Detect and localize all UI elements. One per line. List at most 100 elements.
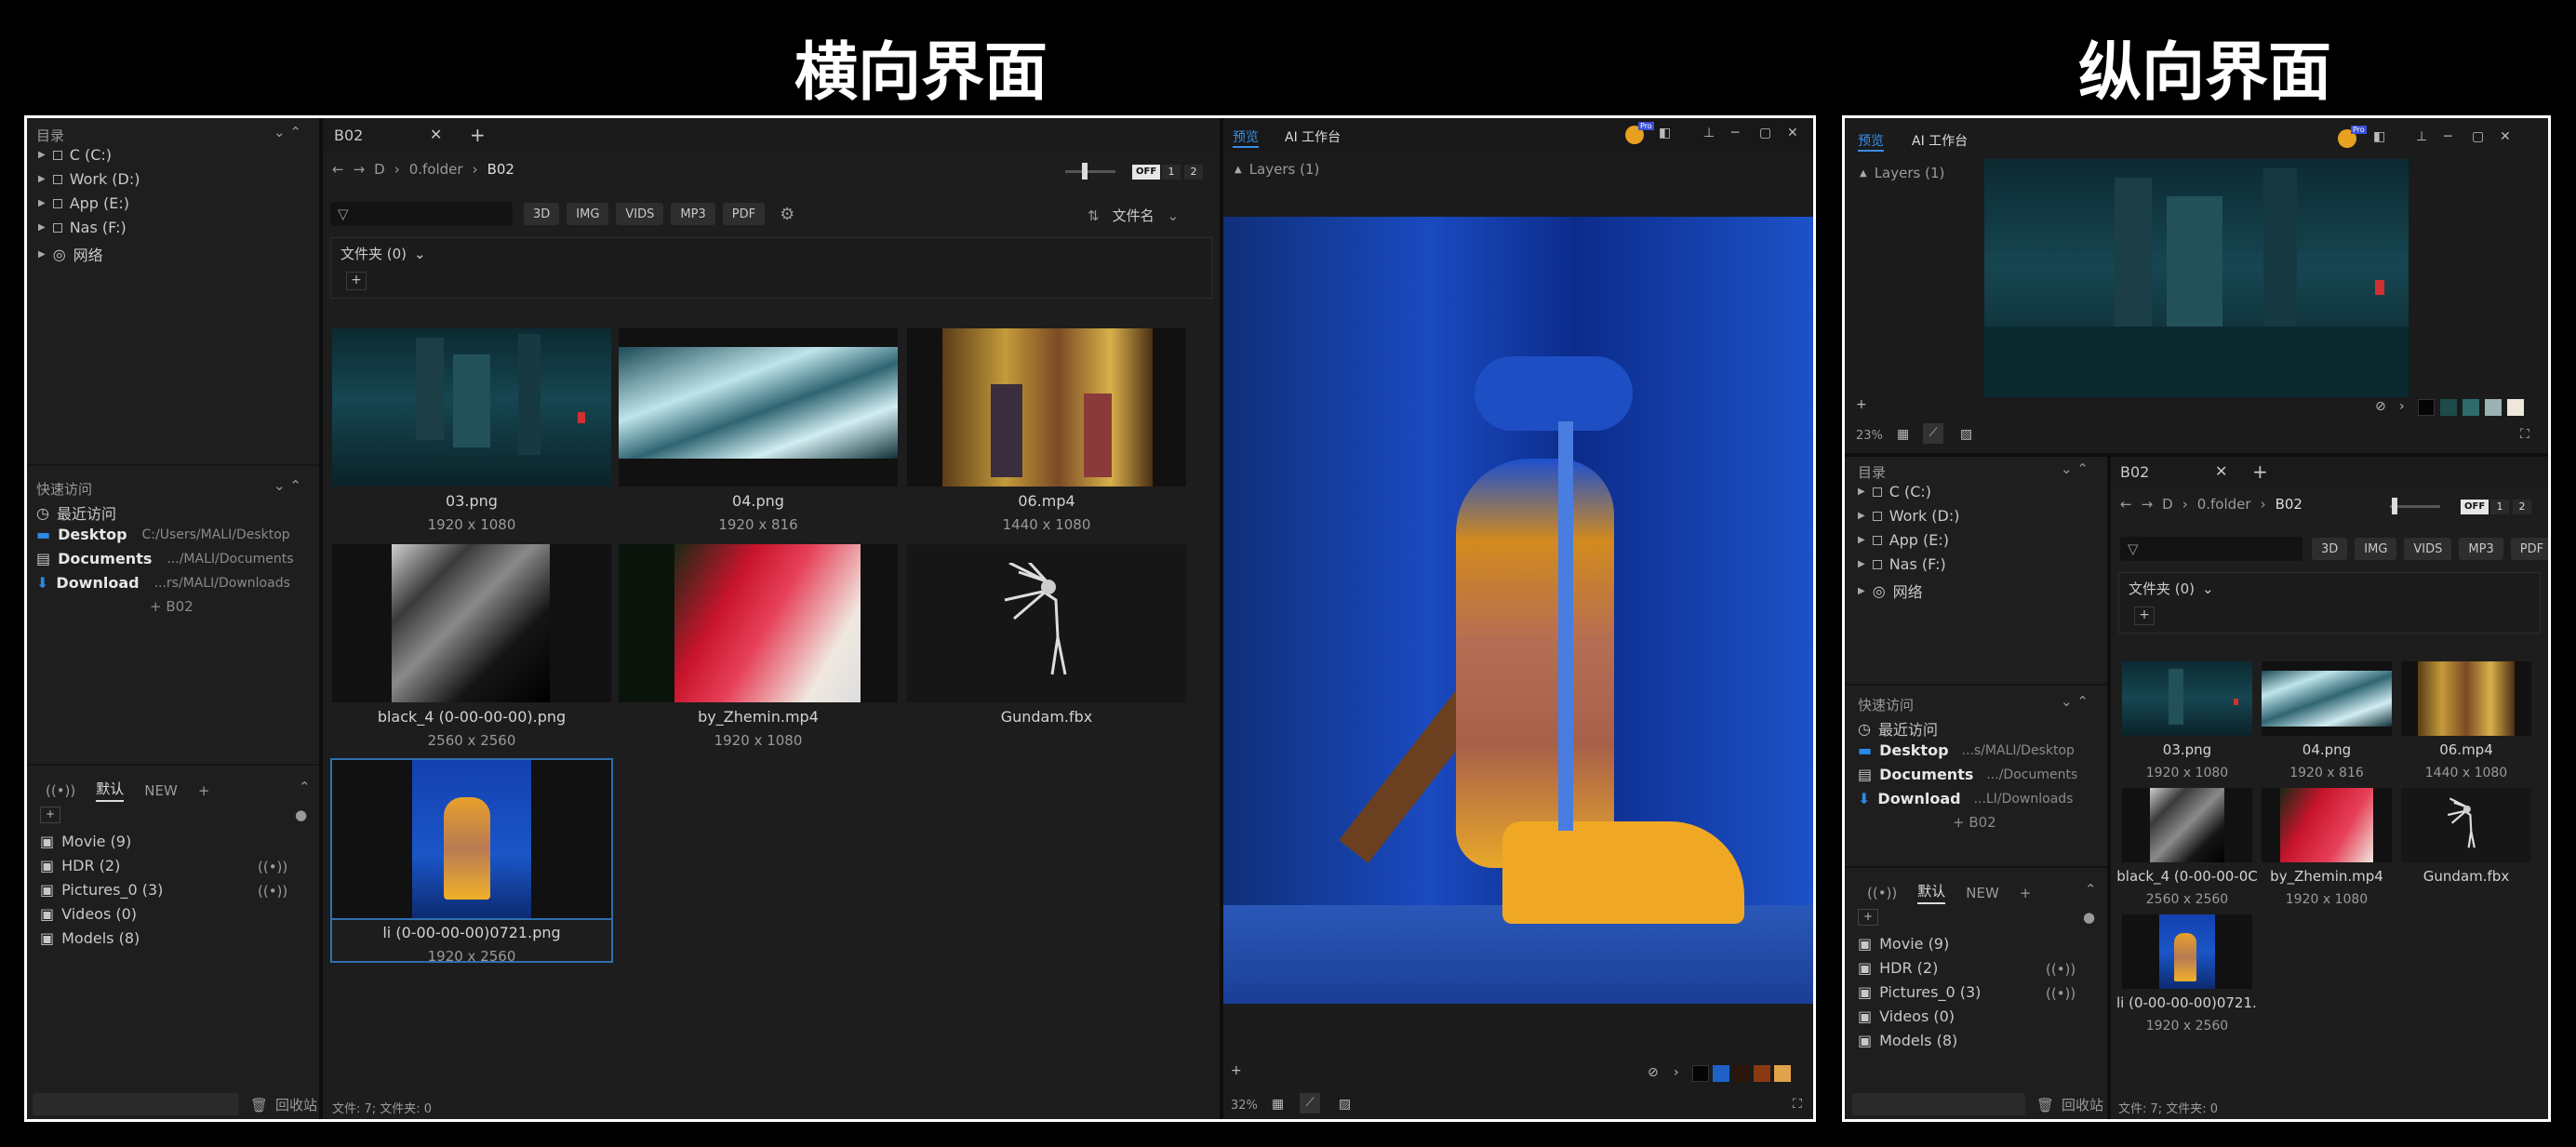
color-swatch[interactable] [1713, 1065, 1729, 1082]
zoom-slider[interactable] [2390, 505, 2440, 508]
zoom-slider[interactable] [1065, 170, 1115, 173]
filter-3d[interactable]: 3D [2312, 538, 2348, 560]
tree-item-d[interactable]: ▶ Work (D:) [38, 170, 140, 188]
color-swatch[interactable] [1692, 1065, 1709, 1082]
tab-b02[interactable]: B02 [2120, 463, 2149, 481]
view-2-button[interactable]: 2 [2513, 500, 2531, 514]
tree-item-f[interactable]: ▶ Nas (F:) [1858, 555, 1946, 573]
quick-add-b02[interactable]: + B02 [150, 598, 194, 615]
forward-icon[interactable]: → [2142, 496, 2154, 513]
view-2-button[interactable]: 2 [1184, 165, 1203, 180]
quick-documents[interactable]: ▤ Documents .../Documents [1858, 766, 2077, 783]
picker-icon[interactable]: ⟋ [1300, 1093, 1320, 1114]
add-item-button[interactable]: + [40, 807, 60, 823]
zoom-slider-handle[interactable] [2392, 498, 2397, 514]
thumb-li[interactable] [2122, 914, 2252, 989]
recent-item[interactable]: ◷ 最近访问 [36, 501, 116, 524]
tree-item-c[interactable]: ▶ C (C:) [1858, 483, 1931, 500]
split-view-icon[interactable]: ◧ [1659, 126, 1671, 140]
broadcast-icon-pictures[interactable]: ((•)) [2046, 985, 2075, 1002]
minimize-icon[interactable]: ─ [1731, 126, 1739, 140]
collection-videos[interactable]: ▣ Videos (0) [40, 905, 137, 923]
settings-icon[interactable]: ⚙ [780, 205, 794, 224]
quick-documents[interactable]: ▤ Documents .../MALI/Documents [36, 550, 294, 567]
filter-vids[interactable]: VIDS [2404, 538, 2452, 560]
tab-ai-workbench[interactable]: AI 工作台 [1912, 131, 1968, 150]
collection-hdr[interactable]: ▣ HDR (2) [1858, 959, 1938, 977]
thumb-03[interactable] [2122, 661, 2252, 736]
folder-count[interactable]: 文件夹 (0) ⌄ [2129, 579, 2214, 598]
close-tab-icon[interactable]: ✕ [430, 126, 442, 143]
compare-icon[interactable]: ▨ [1339, 1097, 1351, 1112]
minimize-icon[interactable]: ─ [2444, 129, 2451, 144]
collection-pictures[interactable]: ▣ Pictures_0 (3) [1858, 983, 1981, 1001]
recent-item[interactable]: ◷ 最近访问 [1858, 717, 1938, 740]
tree-item-e[interactable]: ▶ App (E:) [38, 194, 129, 212]
tab-new[interactable]: NEW [1966, 885, 1999, 901]
thumb-03[interactable] [332, 328, 611, 487]
layers-toggle[interactable]: ▲ Layers (1) [1235, 161, 1319, 178]
add-layer-button[interactable]: + [1231, 1063, 1242, 1078]
filter-search-input[interactable]: ▽ [330, 202, 513, 226]
add-folder-button[interactable]: + [346, 272, 367, 290]
folder-count[interactable]: 文件夹 (0) ⌄ [340, 244, 426, 263]
filter-pdf[interactable]: PDF [2510, 538, 2548, 560]
maximize-icon[interactable]: ▢ [2472, 129, 2484, 144]
quick-collapse-icon[interactable]: ⌄ ⌃ [274, 477, 301, 494]
close-tab-icon[interactable]: ✕ [2215, 462, 2227, 480]
info-icon[interactable]: ● [295, 807, 307, 823]
color-swatch[interactable] [1774, 1065, 1791, 1082]
tree-item-c[interactable]: ▶ C (C:) [38, 146, 112, 164]
filter-pdf[interactable]: PDF [722, 203, 766, 225]
tab-default[interactable]: 默认 [96, 779, 125, 802]
quick-download[interactable]: ⬇ Download ...LI/Downloads [1858, 790, 2073, 807]
sidebar-search-input[interactable] [33, 1093, 239, 1115]
view-1-button[interactable]: 1 [2490, 500, 2509, 514]
quick-download[interactable]: ⬇ Download ...rs/MALI/Downloads [36, 574, 290, 592]
close-icon[interactable]: ✕ [1787, 126, 1798, 140]
pin-icon[interactable]: ⊥ [1703, 126, 1715, 140]
filter-3d[interactable]: 3D [524, 203, 560, 225]
pin-icon[interactable]: ⊥ [2416, 129, 2427, 144]
picker-icon[interactable]: ⟋ [1923, 423, 1943, 444]
color-swatch[interactable] [2507, 399, 2524, 416]
broadcast-icon-pictures[interactable]: ((•)) [258, 883, 287, 900]
color-swatch[interactable] [1754, 1065, 1770, 1082]
tree-item-d[interactable]: ▶ Work (D:) [1858, 507, 1960, 525]
collapse-icon[interactable]: ⌄ ⌃ [274, 124, 301, 140]
back-icon[interactable]: ← [332, 161, 344, 178]
checker-icon[interactable]: ▦ [1897, 427, 1909, 442]
tree-item-network[interactable]: ▶ ◎ 网络 [1858, 580, 1923, 602]
tab-b02[interactable]: B02 [334, 127, 363, 144]
quick-desktop[interactable]: ▬ Desktop ...s/MALI/Desktop [1858, 741, 2075, 759]
tree-item-network[interactable]: ▶ ◎ 网络 [38, 243, 103, 265]
broadcast-icon-hdr[interactable]: ((•)) [2046, 961, 2075, 978]
color-swatch[interactable] [2440, 399, 2457, 416]
quick-desktop[interactable]: ▬ Desktop C:/Users/MALI/Desktop [36, 526, 290, 543]
filter-img[interactable]: IMG [567, 203, 609, 225]
broadcast-icon-hdr[interactable]: ((•)) [258, 859, 287, 875]
quick-add-b02[interactable]: + B02 [1953, 814, 1996, 831]
recycle-bin-button[interactable]: 🗑 回收站 [250, 1095, 317, 1114]
thumb-gundam[interactable] [2401, 788, 2531, 862]
color-swatch[interactable] [2418, 399, 2435, 416]
split-view-icon[interactable]: ◧ [2373, 129, 2385, 144]
collection-models[interactable]: ▣ Models (8) [40, 929, 140, 947]
info-icon[interactable]: ● [2083, 909, 2095, 926]
add-folder-button[interactable]: + [2134, 607, 2155, 625]
collection-pictures[interactable]: ▣ Pictures_0 (3) [40, 881, 163, 899]
chevron-right-icon[interactable]: › [1674, 1065, 1679, 1080]
filter-vids[interactable]: VIDS [616, 203, 664, 225]
filter-search-input[interactable]: ▽ [2120, 537, 2302, 561]
fullscreen-icon[interactable]: ⛶ [1793, 1097, 1802, 1112]
collapse-icon[interactable]: ⌄ ⌃ [2061, 460, 2089, 477]
thumb-black4[interactable] [332, 544, 611, 702]
tab-ai-workbench[interactable]: AI 工作台 [1285, 127, 1341, 146]
add-collection-icon[interactable]: + [198, 782, 210, 799]
new-tab-icon[interactable]: + [2252, 460, 2268, 483]
off-toggle[interactable]: OFF [2461, 500, 2489, 514]
thumb-black4[interactable] [2122, 788, 2252, 862]
layers-toggle[interactable]: ▲ Layers (1) [1860, 165, 1944, 181]
collection-videos[interactable]: ▣ Videos (0) [1858, 1007, 1955, 1025]
tab-new[interactable]: NEW [144, 782, 178, 799]
